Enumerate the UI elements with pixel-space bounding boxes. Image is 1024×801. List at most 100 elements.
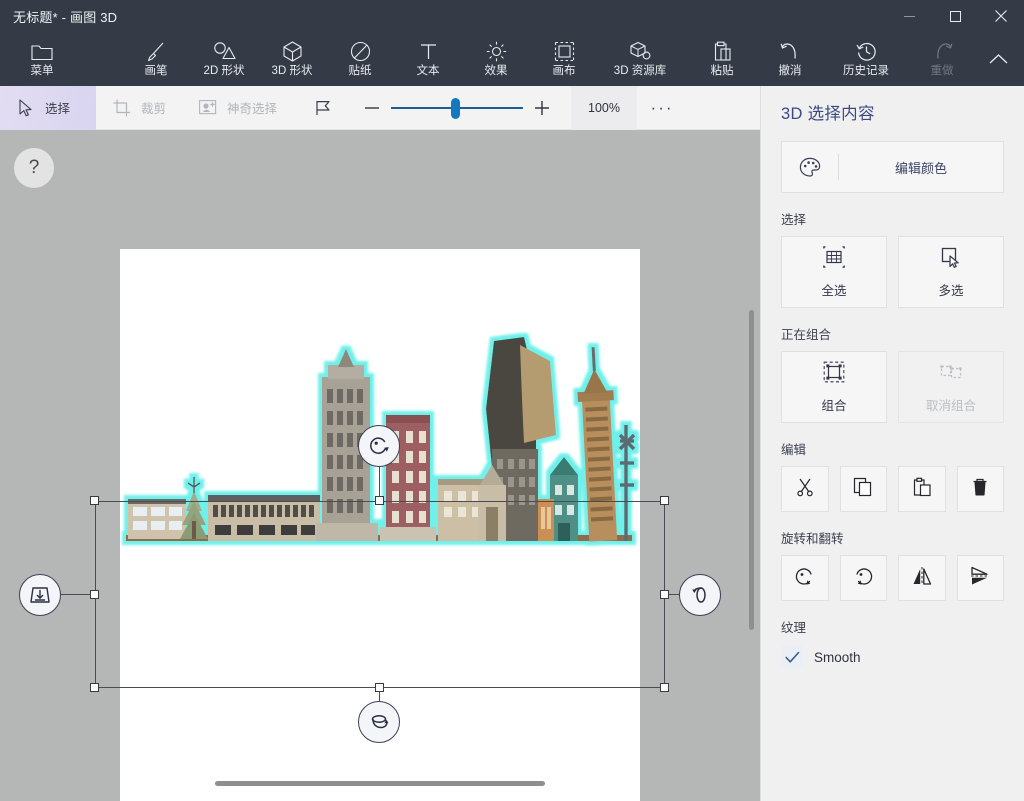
ribbon-2d-shapes-button[interactable]: 2D 形状: [190, 32, 258, 86]
close-button[interactable]: [978, 0, 1024, 32]
section-label-rotate: 旋转和翻转: [781, 532, 844, 546]
page-title: 3D 选择内容: [781, 105, 875, 123]
window-controls: [886, 0, 1024, 32]
multi-select-button[interactable]: 多选: [898, 236, 1004, 308]
ribbon-effects-button[interactable]: 效果: [462, 32, 530, 86]
copy-button[interactable]: [839, 466, 887, 512]
history-icon: [855, 40, 877, 62]
handle-top-left[interactable]: [90, 496, 99, 505]
handle-bottom-right[interactable]: [660, 683, 669, 692]
tool-label: 神奇选择: [227, 102, 278, 116]
horizontal-scrollbar[interactable]: [215, 778, 545, 789]
ribbon-paste-button[interactable]: 粘贴: [688, 32, 756, 86]
ribbon-item-label: 2D 形状: [203, 65, 245, 77]
ribbon-text-button[interactable]: 文本: [394, 32, 462, 86]
checkmark-icon[interactable]: [781, 646, 803, 668]
tool-label: 选择: [45, 102, 71, 116]
ribbon-3d-shapes-button[interactable]: 3D 形状: [258, 32, 326, 86]
rotate-top-icon[interactable]: [358, 425, 400, 467]
redo-icon: [932, 40, 953, 62]
grouping-button-row: 组合 取消组合: [781, 351, 1004, 423]
edit-color-label: 编辑颜色: [894, 160, 947, 176]
ribbon-item-label: 菜单: [30, 65, 54, 77]
selection-box[interactable]: [19, 425, 721, 743]
tool-label: 裁剪: [141, 102, 167, 116]
multi-select-icon: [940, 246, 962, 273]
handle-top-right[interactable]: [660, 496, 669, 505]
canvas-workspace[interactable]: ?: [0, 130, 760, 801]
handle-top-center[interactable]: [375, 496, 384, 505]
zoom-slider[interactable]: [391, 86, 524, 130]
vertical-scrollbar[interactable]: [746, 310, 757, 630]
cut-button[interactable]: [781, 466, 829, 512]
zoom-slider-thumb[interactable]: [451, 97, 461, 119]
select-all-button[interactable]: 全选: [781, 236, 887, 308]
minimize-button[interactable]: [886, 0, 932, 32]
3d-shapes-icon: [282, 40, 302, 62]
ribbon-history-button[interactable]: 历史记录: [824, 32, 908, 86]
rotate-depth-icon[interactable]: [19, 574, 61, 616]
side-panel: 3D 选择内容 编辑颜色 选择 全选 多选 正在组合 组合 取消组合 编辑 旋转…: [760, 86, 1024, 801]
vertical-scrollbar-thumb[interactable]: [749, 310, 754, 630]
rotate-bottom-icon[interactable]: [358, 701, 400, 743]
rotate-cw-icon: [852, 565, 874, 592]
flip-vertical-button[interactable]: [956, 555, 1004, 601]
ribbon-item-label: 重做: [930, 65, 954, 77]
scissors-icon: [795, 477, 815, 502]
magic-select-icon: [198, 99, 218, 116]
group-button[interactable]: 组合: [781, 351, 887, 423]
zoom-percentage[interactable]: 100%: [571, 85, 638, 130]
title-bar: 无标题* - 画图 3D: [0, 0, 1024, 32]
horizontal-scrollbar-thumb[interactable]: [215, 781, 545, 786]
ribbon-item-label: 3D 资源库: [613, 65, 667, 77]
tool-select[interactable]: 选择: [0, 85, 96, 130]
maximize-button[interactable]: [932, 0, 978, 32]
chevron-up-icon[interactable]: [976, 32, 1020, 86]
selection-button-row: 全选 多选: [781, 236, 1004, 308]
paste-button[interactable]: [898, 466, 946, 512]
ribbon-item-label: 历史记录: [843, 65, 889, 77]
texture-option-smooth[interactable]: Smooth: [781, 646, 1004, 668]
sticker-icon: [350, 40, 371, 62]
rotate-right-button[interactable]: [839, 555, 887, 601]
effects-icon: [486, 40, 507, 62]
flip-horizontal-icon: [911, 565, 933, 592]
canvas-icon: [554, 40, 575, 62]
3d-library-icon: [629, 40, 651, 62]
ungroup-button: 取消组合: [898, 351, 1004, 423]
crop-icon: [112, 99, 132, 117]
brush-icon: [146, 40, 167, 62]
handle-bottom-left[interactable]: [90, 683, 99, 692]
ribbon-left-group: 菜单 画笔 2D 形状 3D 形状 贴纸 文本 效果 画布 3D 资源库: [8, 32, 682, 86]
ribbon-3d-library-button[interactable]: 3D 资源库: [598, 32, 682, 86]
section-label-grouping: 正在组合: [781, 328, 832, 342]
rotate-ccw-icon: [794, 565, 816, 592]
text-icon: [419, 40, 438, 62]
ribbon-item-label: 画布: [552, 65, 576, 77]
rotate-right-icon[interactable]: [679, 574, 721, 616]
rotate-button-row: [781, 555, 1004, 601]
ribbon-undo-button[interactable]: 撤消: [756, 32, 824, 86]
ribbon-menu-button[interactable]: 菜单: [8, 32, 76, 86]
ribbon-canvas-button[interactable]: 画布: [530, 32, 598, 86]
flag-icon[interactable]: [307, 99, 339, 117]
ribbon-brush-button[interactable]: 画笔: [122, 32, 190, 86]
handle-middle-left[interactable]: [90, 590, 99, 599]
ribbon-sticker-button[interactable]: 贴纸: [326, 32, 394, 86]
zoom-out-button[interactable]: [353, 86, 391, 130]
ribbon-item-label: 3D 形状: [271, 65, 313, 77]
ribbon-item-label: 效果: [484, 65, 508, 77]
cursor-select-icon: [16, 98, 36, 117]
zoom-control: 100% ···: [353, 85, 687, 130]
zoom-in-button[interactable]: [523, 86, 561, 130]
ribbon-right-group: 粘贴 撤消 历史记录 重做: [688, 32, 1020, 86]
help-icon[interactable]: ?: [14, 148, 54, 188]
help-label: ?: [28, 157, 40, 178]
ribbon-item-label: 粘贴: [710, 65, 734, 77]
delete-button[interactable]: [956, 466, 1004, 512]
handle-middle-right[interactable]: [660, 590, 669, 599]
flip-horizontal-button[interactable]: [898, 555, 946, 601]
edit-color-button[interactable]: 编辑颜色: [781, 141, 1004, 193]
rotate-left-button[interactable]: [781, 555, 829, 601]
more-options-button[interactable]: ···: [637, 86, 687, 130]
